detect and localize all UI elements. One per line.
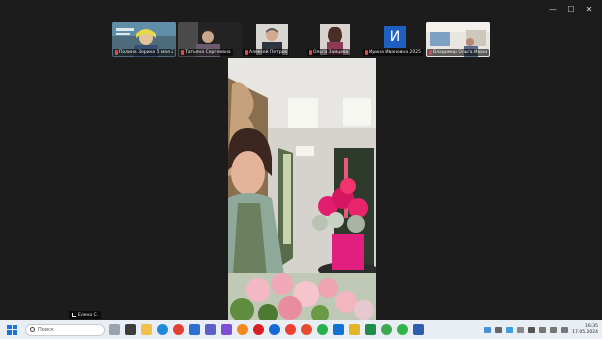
taskbar: Поиск 16:35 17.05.2024 [0, 320, 602, 339]
minimize-button[interactable]: — [544, 2, 562, 16]
store-icon[interactable] [189, 324, 200, 335]
participant-tile[interactable]: Полина Зорина 5 мая 2024 [112, 22, 176, 57]
chrome-2-icon[interactable] [301, 324, 312, 335]
participant-name: Татьяна Сергеевна [179, 49, 233, 56]
active-speaker-video[interactable] [228, 58, 376, 320]
telegram-icon[interactable] [506, 326, 514, 333]
bluetooth-icon[interactable] [517, 326, 525, 333]
search-input[interactable]: Поиск [25, 323, 105, 336]
participant-tile[interactable]: Владимир Ольга Иванова [426, 22, 490, 57]
excel-icon[interactable] [365, 324, 376, 335]
participant-tile[interactable]: Ольга Зайцева [306, 22, 370, 57]
system-tray: 16:35 17.05.2024 [484, 320, 598, 339]
participant-avatar: И [384, 26, 406, 48]
opera-icon[interactable] [253, 324, 264, 335]
widgets-icon[interactable] [109, 324, 120, 335]
self-view-label: Елена С. [69, 311, 102, 319]
volume-icon[interactable] [550, 326, 558, 333]
close-button[interactable]: ✕ [580, 2, 598, 16]
mic-muted-icon [365, 50, 368, 55]
participant-tile[interactable]: И Ирина Ивановна 2025 [362, 22, 426, 57]
chrome-icon[interactable] [173, 324, 184, 335]
mic-muted-icon [429, 50, 432, 55]
participant-tile[interactable]: Татьяна Сергеевна [178, 22, 242, 57]
speaker-video-frame [228, 58, 376, 320]
task-view-icon[interactable] [125, 324, 136, 335]
edge-icon[interactable] [157, 324, 168, 335]
weather-icon[interactable] [484, 326, 492, 333]
outlook-icon[interactable] [333, 324, 344, 335]
app-icon[interactable] [221, 324, 232, 335]
participant-tile[interactable]: Алексей Петров [242, 22, 306, 57]
whatsapp-2-icon[interactable] [381, 324, 392, 335]
maximize-button[interactable]: ☐ [562, 2, 580, 16]
wifi-icon[interactable] [539, 326, 547, 333]
search-icon [30, 327, 35, 332]
messenger-icon[interactable] [397, 324, 408, 335]
notes-icon[interactable] [349, 324, 360, 335]
mic-muted-icon [245, 50, 248, 55]
mic-muted-icon [181, 50, 184, 55]
participant-name: Полина Зорина 5 мая 2024 [113, 49, 175, 56]
window-controls: — ☐ ✕ [544, 2, 598, 16]
battery-icon[interactable] [561, 326, 569, 333]
signal-icon [72, 313, 76, 317]
participant-name: Владимир Ольга Иванова [427, 49, 489, 56]
taskbar-apps [109, 324, 424, 335]
clock[interactable]: 16:35 17.05.2024 [572, 324, 598, 336]
participant-name: Алексей Петров [243, 49, 290, 56]
file-explorer-icon[interactable] [141, 324, 152, 335]
start-button[interactable] [5, 323, 19, 337]
participant-strip: Полина Зорина 5 мая 2024 Татьяна Сергеев… [112, 22, 492, 58]
chevron-up-icon[interactable] [495, 326, 503, 333]
whatsapp-icon[interactable] [317, 324, 328, 335]
teams-icon[interactable] [205, 324, 216, 335]
yandex-icon[interactable] [285, 324, 296, 335]
word-icon[interactable] [413, 324, 424, 335]
firefox-icon[interactable] [237, 324, 248, 335]
participant-name: Ольга Зайцева [307, 49, 351, 56]
language-icon[interactable] [528, 326, 536, 333]
zoom-icon[interactable] [269, 324, 280, 335]
video-conference-window: — ☐ ✕ Полина Зорина 5 мая 2024 [0, 0, 602, 320]
mic-muted-icon [309, 50, 312, 55]
mic-muted-icon [115, 50, 118, 55]
participant-name: Ирина Ивановна 2025 [363, 49, 423, 56]
